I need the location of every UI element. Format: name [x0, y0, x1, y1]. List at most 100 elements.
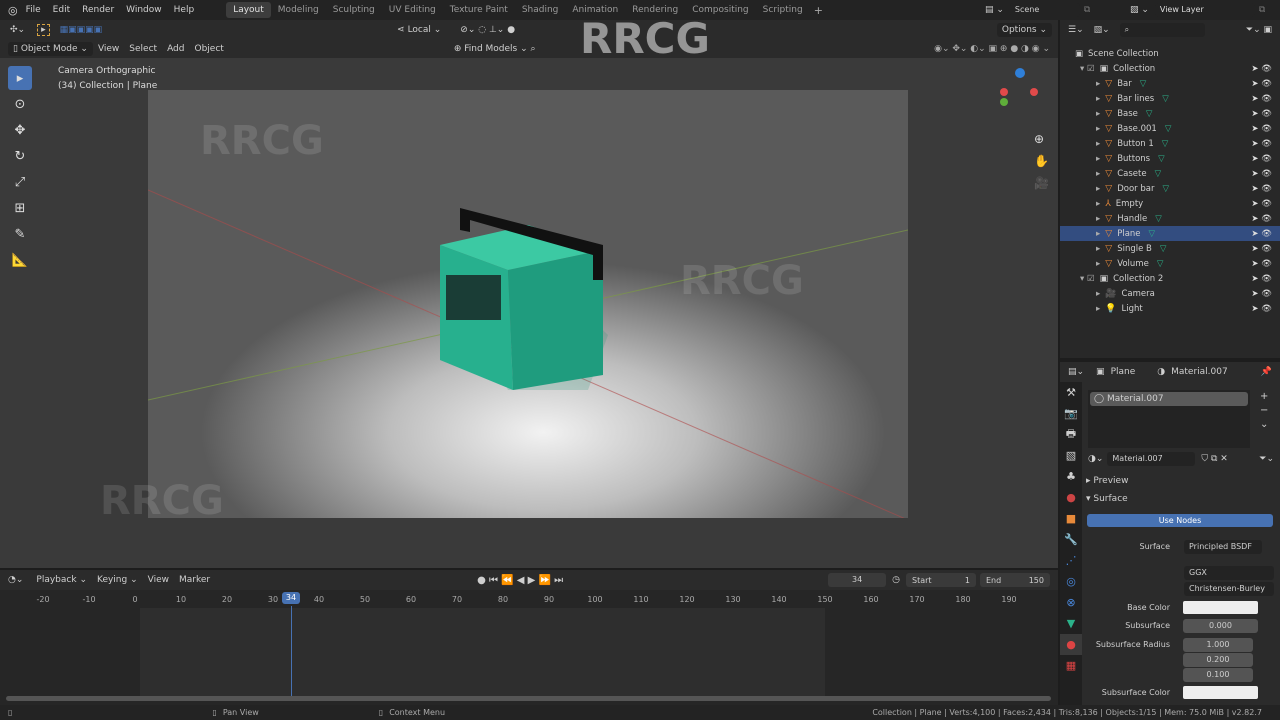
blender-logo-icon[interactable]: ◎	[8, 4, 18, 17]
current-frame-field[interactable]: 34	[828, 573, 887, 587]
viewport-nav-icons[interactable]: ⊕ ✋ 🎥	[1034, 128, 1049, 194]
world-tab-icon[interactable]: ●	[1060, 487, 1082, 508]
tree-line-icon[interactable]: ▸	[1096, 229, 1100, 239]
scene-collection[interactable]: ▣ Scene Collection	[1060, 46, 1280, 61]
expand-arrow-icon[interactable]: ▾ ☑	[1080, 274, 1095, 284]
mesh-data-icon[interactable]: ▽	[1149, 229, 1156, 239]
mesh-data-icon[interactable]: ▽	[1146, 109, 1153, 119]
mesh-data-icon[interactable]: ▽	[1162, 94, 1169, 104]
texture-tab-icon[interactable]: ▦	[1060, 655, 1082, 676]
slot-buttons[interactable]: + − ⌄	[1260, 390, 1268, 432]
tab-modeling[interactable]: Modeling	[271, 2, 326, 18]
view-layer-actions-icon[interactable]: ⧉	[1259, 5, 1265, 15]
tree-line-icon[interactable]: ▸	[1096, 244, 1100, 254]
visibility-icons[interactable]: ➤ 👁	[1251, 214, 1272, 224]
tree-line-icon[interactable]: ▸	[1096, 79, 1100, 89]
outliner-item[interactable]: ▸ ▽ Casete ▽ ➤ 👁	[1060, 166, 1280, 181]
visibility-icons[interactable]: ➤ 👁	[1251, 154, 1272, 164]
tab-texture-paint[interactable]: Texture Paint	[443, 2, 515, 18]
visibility-icons[interactable]: ➤ 👁	[1251, 199, 1272, 209]
radius-y-field[interactable]: 0.200	[1183, 653, 1253, 667]
outliner-item[interactable]: ▸ ▽ Base.001 ▽ ➤ 👁	[1060, 121, 1280, 136]
mesh-data-icon[interactable]: ▽	[1155, 169, 1162, 179]
tree-line-icon[interactable]: ▸	[1096, 259, 1100, 269]
pivot-dropdown[interactable]: ⋖ Local ⌄	[392, 23, 446, 37]
find-models-button[interactable]: ⊕ Find Models ⌄ ⌕	[449, 42, 541, 56]
filter-view-icon[interactable]: ▧⌄	[1094, 25, 1110, 35]
move-icon[interactable]: ✥	[8, 118, 32, 142]
select-tool-icon[interactable]: ▸	[37, 24, 50, 36]
outliner-item[interactable]: ▾ ☑ ▣ Collection 2 ➤ 👁	[1060, 271, 1280, 286]
3d-viewport[interactable]: Camera Orthographic (34) Collection | Pl…	[0, 14, 1058, 568]
mesh-data-icon[interactable]: ▽	[1140, 79, 1147, 89]
keying-menu[interactable]: Keying ⌄	[92, 573, 143, 587]
cursor-icon[interactable]: ⊙	[8, 92, 32, 116]
visibility-icons[interactable]: ➤ 👁	[1251, 79, 1272, 89]
mesh-data-icon[interactable]: ▽	[1165, 124, 1172, 134]
surface-panel[interactable]: ▾ Surface	[1086, 494, 1128, 504]
mesh-data-icon[interactable]: ▽	[1155, 214, 1162, 224]
outliner-item[interactable]: ▸ ⅄ Empty ➤ 👁	[1060, 196, 1280, 211]
menu-help[interactable]: Help	[174, 5, 195, 15]
view-layer-tab-icon[interactable]: ▧	[1060, 445, 1082, 466]
shading-icons[interactable]: ◉⌄ ✥⌄ ◐⌄ ▣ ⊕ ● ◑ ◉ ⌄	[934, 44, 1050, 54]
playback-menu[interactable]: Playback ⌄	[31, 573, 92, 587]
menu-window[interactable]: Window	[126, 5, 162, 15]
mode-dropdown[interactable]: ▯ Object Mode ⌄	[8, 42, 93, 56]
visibility-icons[interactable]: ➤ 👁	[1251, 259, 1272, 269]
outliner-item[interactable]: ▸ ▽ Plane ▽ ➤ 👁	[1060, 226, 1280, 241]
outliner-item[interactable]: ▸ ▽ Handle ▽ ➤ 👁	[1060, 211, 1280, 226]
measure-icon[interactable]: 📐	[8, 248, 32, 272]
visibility-icons[interactable]: ➤ 👁	[1251, 244, 1272, 254]
material-name-field[interactable]: Material.007	[1107, 452, 1196, 466]
tree-line-icon[interactable]: ▸	[1096, 289, 1100, 299]
annotate-icon[interactable]: ✎	[8, 222, 32, 246]
editor-type-icon[interactable]: ▤⌄	[1068, 367, 1084, 377]
playhead[interactable]: 34	[282, 592, 300, 604]
editor-type-icon[interactable]: ◔⌄	[8, 575, 23, 585]
material-slot[interactable]: ◯ Material.007	[1090, 392, 1248, 406]
start-frame-field[interactable]: Start 1	[906, 573, 976, 587]
render-tab-icon[interactable]: 📷	[1060, 403, 1082, 424]
visibility-icons[interactable]: ➤ 👁	[1251, 94, 1272, 104]
outliner-item[interactable]: ▸ ▽ Button 1 ▽ ➤ 👁	[1060, 136, 1280, 151]
scene-selector[interactable]: Scene	[1009, 3, 1080, 17]
base-color-swatch[interactable]	[1183, 601, 1258, 614]
scene-tab-icon[interactable]: ♣	[1060, 466, 1082, 487]
outliner-item[interactable]: ▸ ▽ Bar lines ▽ ➤ 👁	[1060, 91, 1280, 106]
surface-shader-field[interactable]: Principled BSDF	[1184, 540, 1262, 554]
select-mode-icons[interactable]: ▦▣▣▣▣	[60, 25, 103, 35]
particles-tab-icon[interactable]: ⋰	[1060, 550, 1082, 571]
snap-icon[interactable]: ⊘⌄ ◌ ⊥⌄ ●	[460, 25, 515, 35]
distribution-dropdown[interactable]: GGX	[1184, 566, 1274, 580]
tree-line-icon[interactable]: ▸	[1096, 214, 1100, 224]
end-frame-field[interactable]: End 150	[980, 573, 1050, 587]
visibility-icons[interactable]: ➤ 👁	[1251, 124, 1272, 134]
navigation-gizmo[interactable]	[995, 66, 1045, 126]
rotate-icon[interactable]: ↻	[8, 144, 32, 168]
select-menu[interactable]: Select	[124, 42, 162, 56]
subsurface-color-swatch[interactable]	[1183, 686, 1258, 699]
visibility-icons[interactable]: ➤ 👁	[1251, 109, 1272, 119]
material-tab-icon[interactable]: ●	[1060, 634, 1082, 655]
outliner-item[interactable]: ▸ ▽ Volume ▽ ➤ 👁	[1060, 256, 1280, 271]
add-menu[interactable]: Add	[162, 42, 189, 56]
outliner-item[interactable]: ▸ ▽ Single B ▽ ➤ 👁	[1060, 241, 1280, 256]
outliner-item[interactable]: ▾ ☑ ▣ Collection ➤ 👁	[1060, 61, 1280, 76]
tree-line-icon[interactable]: ▸	[1096, 139, 1100, 149]
tool-tab-icon[interactable]: ⚒	[1060, 382, 1082, 403]
outliner-item[interactable]: ▸ ▽ Bar ▽ ➤ 👁	[1060, 76, 1280, 91]
tab-animation[interactable]: Animation	[565, 2, 625, 18]
subsurface-field[interactable]: 0.000	[1183, 619, 1258, 633]
menu-edit[interactable]: Edit	[53, 5, 70, 15]
mesh-data-icon[interactable]: ▽	[1160, 244, 1167, 254]
object-tab-icon[interactable]: ■	[1060, 508, 1082, 529]
options-dropdown[interactable]: Options ⌄	[996, 23, 1052, 37]
tab-scripting[interactable]: Scripting	[756, 2, 810, 18]
add-workspace-button[interactable]: +	[814, 4, 823, 17]
visibility-icons[interactable]: ➤ 👁	[1251, 139, 1272, 149]
timeline-view-menu[interactable]: View	[143, 573, 174, 587]
mesh-data-icon[interactable]: ▽	[1162, 139, 1169, 149]
scale-icon[interactable]: ⤢	[8, 170, 32, 194]
radius-x-field[interactable]: 1.000	[1183, 638, 1253, 652]
